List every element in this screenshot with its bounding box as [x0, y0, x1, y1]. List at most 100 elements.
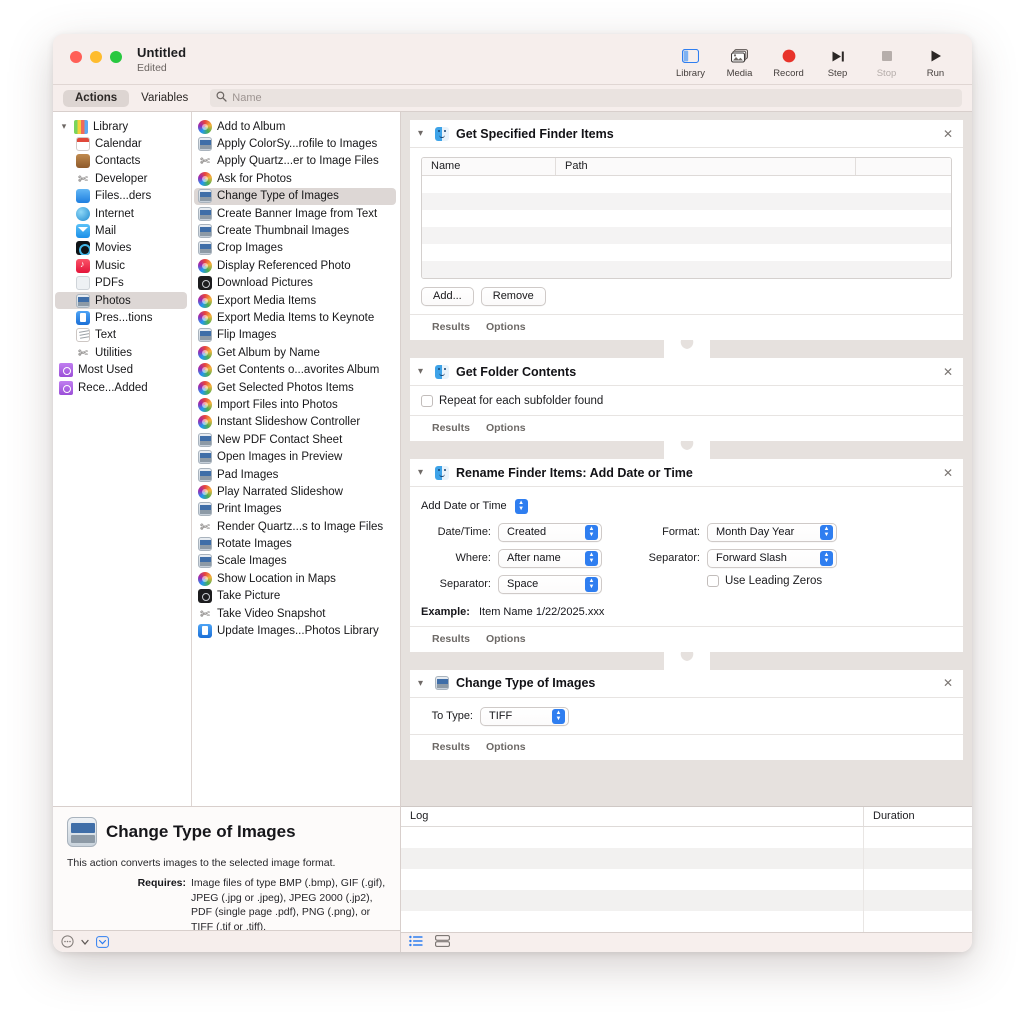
- workflow-action-get-specified-finder-items[interactable]: ▾ Get Specified Finder Items ✕ Name Path: [410, 120, 963, 340]
- action-item-import-files-into-photos[interactable]: Import Files into Photos: [192, 396, 400, 413]
- chevron-down-icon[interactable]: ▾: [418, 678, 428, 689]
- log-body[interactable]: [401, 827, 972, 932]
- options-toggle[interactable]: Options: [486, 633, 526, 645]
- library-item-pres-tions[interactable]: Pres...tions: [53, 309, 191, 326]
- action-item-open-images-in-preview[interactable]: Open Images in Preview: [192, 448, 400, 465]
- close-icon[interactable]: ✕: [943, 365, 953, 379]
- separator-left-popup[interactable]: Space ▲ ▼: [498, 574, 602, 594]
- action-item-change-type-of-images[interactable]: Change Type of Images: [194, 187, 396, 205]
- library-item-internet[interactable]: Internet: [53, 205, 191, 222]
- action-item-flip-images[interactable]: Flip Images: [192, 327, 400, 344]
- workflow-action-get-folder-contents[interactable]: ▾ Get Folder Contents ✕ Repeat for each …: [410, 358, 963, 441]
- action-item-display-referenced-photo[interactable]: Display Referenced Photo: [192, 257, 400, 274]
- library-root-item[interactable]: ▾ Library: [53, 118, 191, 135]
- repeat-subfolder-checkbox[interactable]: [421, 395, 433, 407]
- search-field[interactable]: Name: [210, 89, 962, 107]
- library-item-developer[interactable]: ✄ Developer: [53, 170, 191, 187]
- log-row[interactable]: [401, 848, 972, 869]
- library-item-music[interactable]: Music: [53, 257, 191, 274]
- library-group-most-used[interactable]: Most Used: [53, 361, 191, 378]
- library-item-photos[interactable]: Photos: [55, 291, 187, 310]
- library-item-text[interactable]: Text: [53, 327, 191, 344]
- tab-variables[interactable]: Variables: [129, 90, 200, 107]
- library-item-pdfs[interactable]: PDFs: [53, 275, 191, 292]
- action-item-scale-images[interactable]: Scale Images: [192, 553, 400, 570]
- stepper-icon[interactable]: ▲ ▼: [514, 498, 528, 514]
- remove-button[interactable]: Remove: [480, 287, 546, 306]
- library-item-contacts[interactable]: Contacts: [53, 153, 191, 170]
- stepper-icon[interactable]: ▲ ▼: [552, 708, 565, 724]
- date-time-popup[interactable]: Created ▲ ▼: [498, 522, 602, 542]
- action-item-crop-images[interactable]: Crop Images: [192, 240, 400, 257]
- toolbar-button-stop[interactable]: Stop: [862, 40, 911, 79]
- workflow-canvas[interactable]: ▾ Get Specified Finder Items ✕ Name Path: [401, 112, 972, 806]
- toolbar-button-media[interactable]: Media: [715, 40, 764, 79]
- library-group-rece-added[interactable]: Rece...Added: [53, 379, 191, 396]
- options-toggle[interactable]: Options: [486, 422, 526, 434]
- split-view-icon[interactable]: [435, 934, 450, 952]
- library-category-list[interactable]: ▾ Library Calendar Contacts ✄ Developer File…: [53, 112, 192, 806]
- format-popup[interactable]: Month Day Year ▲ ▼: [707, 522, 837, 542]
- options-toggle[interactable]: Options: [486, 741, 526, 753]
- library-item-calendar[interactable]: Calendar: [53, 135, 191, 152]
- column-header-name[interactable]: Name: [422, 158, 556, 175]
- finder-items-table[interactable]: Name Path: [421, 157, 952, 279]
- log-row[interactable]: [401, 890, 972, 911]
- action-item-download-pictures[interactable]: Download Pictures: [192, 275, 400, 292]
- to-type-popup[interactable]: TIFF ▲ ▼: [480, 706, 569, 726]
- log-row[interactable]: [401, 911, 972, 932]
- table-row[interactable]: [422, 227, 951, 244]
- column-header-path[interactable]: Path: [556, 158, 856, 175]
- toolbar-button-record[interactable]: Record: [764, 40, 813, 79]
- close-window-button[interactable]: [70, 51, 82, 63]
- action-item-get-contents-o-avorites-album[interactable]: Get Contents o...avorites Album: [192, 361, 400, 378]
- action-item-render-quartz-s-to-image-files[interactable]: ✄ Render Quartz...s to Image Files: [192, 518, 400, 535]
- results-toggle[interactable]: Results: [432, 741, 470, 753]
- tab-actions[interactable]: Actions: [63, 89, 130, 107]
- table-row[interactable]: [422, 244, 951, 261]
- leading-zeros-checkbox[interactable]: [707, 574, 719, 587]
- minimize-window-button[interactable]: [90, 51, 102, 63]
- library-item-movies[interactable]: Movies: [53, 240, 191, 257]
- action-item-pad-images[interactable]: Pad Images: [192, 466, 400, 483]
- close-icon[interactable]: ✕: [943, 127, 953, 141]
- close-icon[interactable]: ✕: [943, 676, 953, 690]
- action-item-play-narrated-slideshow[interactable]: Play Narrated Slideshow: [192, 483, 400, 500]
- action-item-get-album-by-name[interactable]: Get Album by Name: [192, 344, 400, 361]
- results-toggle[interactable]: Results: [432, 321, 470, 333]
- action-item-add-to-album[interactable]: Add to Album: [192, 118, 400, 135]
- action-item-ask-for-photos[interactable]: Ask for Photos: [192, 170, 400, 187]
- maximize-window-button[interactable]: [110, 51, 122, 63]
- log-row[interactable]: [401, 827, 972, 848]
- action-item-export-media-items-to-keynote[interactable]: Export Media Items to Keynote: [192, 309, 400, 326]
- toolbar-button-step[interactable]: Step: [813, 40, 862, 79]
- options-toggle[interactable]: Options: [486, 321, 526, 333]
- library-item-mail[interactable]: Mail: [53, 222, 191, 239]
- table-row[interactable]: [422, 193, 951, 210]
- action-item-apply-quartz-er-to-image-files[interactable]: ✄ Apply Quartz...er to Image Files: [192, 153, 400, 170]
- table-row[interactable]: [422, 176, 951, 193]
- close-icon[interactable]: ✕: [943, 466, 953, 480]
- action-item-print-images[interactable]: Print Images: [192, 501, 400, 518]
- action-item-apply-colorsy-rofile-to-images[interactable]: Apply ColorSy...rofile to Images: [192, 135, 400, 152]
- leading-zeros-row[interactable]: Use Leading Zeros: [707, 574, 837, 587]
- more-options-icon[interactable]: [61, 935, 74, 948]
- column-header-log[interactable]: Log: [401, 807, 864, 826]
- results-toggle[interactable]: Results: [432, 633, 470, 645]
- log-row[interactable]: [401, 869, 972, 890]
- stepper-icon[interactable]: ▲ ▼: [820, 524, 833, 540]
- add-button[interactable]: Add...: [421, 287, 474, 306]
- action-item-rotate-images[interactable]: Rotate Images: [192, 535, 400, 552]
- toolbar-button-run[interactable]: Run: [911, 40, 960, 79]
- chevron-down-icon[interactable]: [80, 937, 90, 947]
- workflow-action-rename-finder-items[interactable]: ▾ Rename Finder Items: Add Date or Time …: [410, 459, 963, 652]
- library-item-utilities[interactable]: ✄ Utilities: [53, 344, 191, 361]
- action-item-instant-slideshow-controller[interactable]: Instant Slideshow Controller: [192, 414, 400, 431]
- action-item-take-picture[interactable]: Take Picture: [192, 588, 400, 605]
- stepper-icon[interactable]: ▲ ▼: [585, 550, 598, 566]
- action-item-new-pdf-contact-sheet[interactable]: New PDF Contact Sheet: [192, 431, 400, 448]
- action-item-get-selected-photos-items[interactable]: Get Selected Photos Items: [192, 379, 400, 396]
- action-item-export-media-items[interactable]: Export Media Items: [192, 292, 400, 309]
- action-item-show-location-in-maps[interactable]: Show Location in Maps: [192, 570, 400, 587]
- table-row[interactable]: [422, 261, 951, 278]
